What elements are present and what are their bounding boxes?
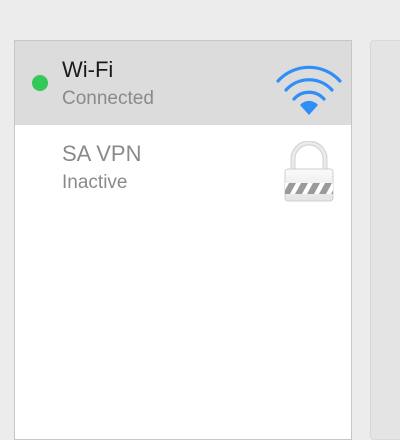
- service-status: Connected: [62, 88, 154, 109]
- status-indicator-connected: [32, 75, 48, 91]
- service-item-vpn[interactable]: SA VPN Inactive: [15, 125, 351, 209]
- service-item-wifi[interactable]: Wi-Fi Connected: [15, 41, 351, 125]
- service-detail-panel: [370, 40, 400, 440]
- service-name: Wi-Fi: [62, 57, 114, 82]
- vpn-lock-icon: [275, 141, 343, 202]
- network-service-list: Wi-Fi Connected SA VPN Inactive: [14, 40, 352, 440]
- service-name: SA VPN: [62, 141, 142, 166]
- wifi-icon: [275, 57, 343, 117]
- service-status: Inactive: [62, 172, 128, 193]
